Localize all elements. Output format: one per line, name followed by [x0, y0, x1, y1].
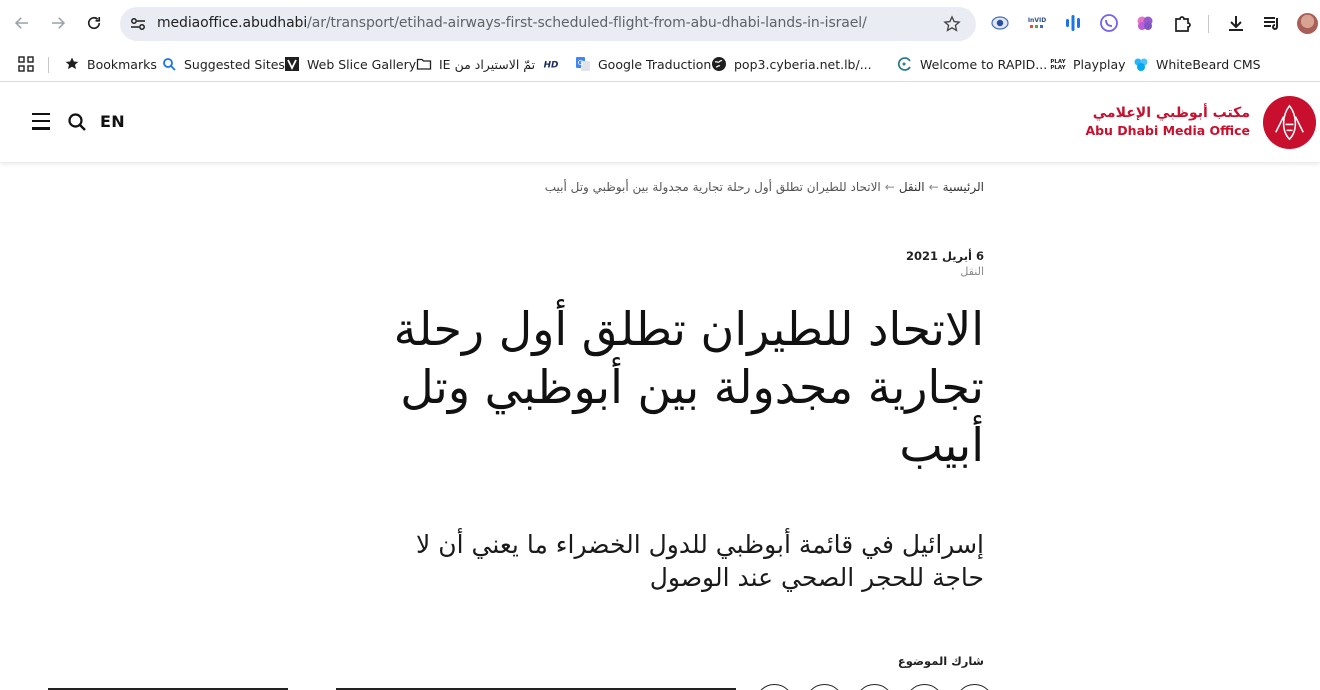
svg-text:PLAY: PLAY: [1050, 65, 1066, 71]
bookmarks-separator: [48, 57, 49, 73]
svg-text:G: G: [578, 59, 583, 67]
svg-text:InVID: InVID: [1028, 17, 1046, 24]
address-bar[interactable]: mediaoffice.abudhabi/ar/transport/etihad…: [120, 7, 976, 41]
site-header: EN مكتب أبوظبي الإعلامي Abu Dhabi Media …: [0, 82, 1320, 162]
breadcrumb-current: الاتحاد للطيران تطلق أول رحلة تجارية مجد…: [544, 180, 881, 194]
bookmark-label: Playplay: [1073, 56, 1126, 72]
bookmark-label: WhiteBeard CMS: [1156, 56, 1261, 72]
bookmark-label: Google Traduction: [598, 56, 712, 72]
abu-dhabi-falcon-logo-icon[interactable]: [1262, 95, 1317, 150]
download-icon[interactable]: [1226, 13, 1246, 33]
back-button[interactable]: [10, 11, 34, 35]
bookmark-item-rapid[interactable]: Welcome to RAPID...: [897, 53, 1047, 75]
web-slice-icon: [284, 56, 300, 72]
invid-extension-icon[interactable]: InVID: [1027, 13, 1047, 33]
whitebeard-icon: [1133, 56, 1149, 72]
bookmark-star-icon[interactable]: [942, 14, 962, 34]
breadcrumb-section[interactable]: النقل: [899, 180, 925, 194]
share-label: شارك الموضوع: [897, 654, 984, 668]
playplay-icon: PLAY PLAY: [1050, 56, 1066, 72]
rapid-icon: [897, 56, 913, 72]
bookmark-label: Suggested Sites: [184, 56, 285, 72]
bookmarks-bar: Bookmarks Suggested Sites Web Slice Gall…: [0, 46, 1320, 82]
article-category[interactable]: النقل: [960, 265, 984, 278]
reload-button[interactable]: [82, 11, 106, 35]
logo-text[interactable]: مكتب أبوظبي الإعلامي Abu Dhabi Media Off…: [1085, 105, 1250, 139]
arrow-left-icon: [14, 17, 28, 29]
bookmark-label: Web Slice Gallery: [307, 56, 417, 72]
bookmark-item-whitebeard-cms[interactable]: WhiteBeard CMS: [1133, 53, 1261, 75]
google-translate-icon: G: [575, 56, 591, 72]
url-path: /ar/transport/etihad-airways-first-sched…: [307, 15, 867, 31]
search-icon[interactable]: [67, 112, 87, 132]
globe-icon: [711, 56, 727, 72]
bookmark-item-ie-import[interactable]: تمّ الاستيراد من IE: [416, 53, 535, 75]
language-switch[interactable]: EN: [100, 112, 125, 131]
arrow-right-icon: [52, 17, 66, 29]
bookmark-item-playplay[interactable]: PLAY PLAY Playplay: [1050, 53, 1126, 75]
logo-english: Abu Dhabi Media Office: [1085, 123, 1250, 138]
bookmark-item-suggested-sites[interactable]: Suggested Sites: [161, 53, 285, 75]
audio-bars-extension-icon[interactable]: [1063, 13, 1083, 33]
bookmark-item-bookmarks[interactable]: Bookmarks: [64, 53, 157, 75]
bookmark-label: Welcome to RAPID...: [920, 56, 1048, 72]
puzzle-extensions-icon[interactable]: [1172, 13, 1192, 33]
bookmark-item-pop3-cyberia[interactable]: pop3.cyberia.net.lb/...: [711, 53, 872, 75]
apps-button[interactable]: [18, 53, 34, 75]
article-subheadline: إسرائيل في قائمة أبوظبي للدول الخضراء ما…: [416, 530, 984, 592]
breadcrumb-home[interactable]: الرئيسية: [943, 180, 984, 194]
brain-extension-icon[interactable]: [1135, 13, 1155, 33]
article-headline: الاتحاد للطيران تطلق أول رحلة تجارية مجد…: [393, 302, 984, 472]
bookmark-label: Bookmarks: [87, 56, 157, 72]
svg-text:HD: HD: [544, 61, 559, 71]
breadcrumb-arrow-icon: ←: [884, 180, 895, 194]
star-icon: [64, 56, 80, 72]
url-host: mediaoffice.abudhabi: [157, 15, 308, 31]
folder-icon: [416, 56, 432, 72]
article-date: 6 أبريل 2021: [905, 249, 984, 263]
bookmark-label: تمّ الاستيراد من IE: [439, 56, 536, 72]
bookmark-item-web-slice-gallery[interactable]: Web Slice Gallery: [284, 53, 416, 75]
logo-arabic: مكتب أبوظبي الإعلامي: [1092, 105, 1250, 121]
breadcrumb: الرئيسية←النقل←الاتحاد للطيران تطلق أول …: [545, 180, 984, 194]
hd-icon: HD: [542, 56, 560, 72]
apps-grid-icon: [18, 56, 34, 72]
media-queue-icon[interactable]: [1262, 13, 1282, 33]
toolbar-separator: [1208, 15, 1209, 33]
forward-button[interactable]: [46, 11, 70, 35]
site-settings-icon[interactable]: [128, 14, 148, 34]
url-text: mediaoffice.abudhabi/ar/transport/etihad…: [157, 15, 867, 31]
breadcrumb-arrow-icon: ←: [928, 180, 939, 194]
search-icon: [161, 56, 177, 72]
eye-extension-icon[interactable]: [990, 13, 1010, 33]
bookmark-item-google-traduction[interactable]: G Google Traduction: [575, 53, 711, 75]
bookmark-label: pop3.cyberia.net.lb/...: [734, 56, 872, 72]
profile-avatar[interactable]: [1297, 13, 1318, 34]
bookmark-item-hd[interactable]: HD: [542, 53, 560, 75]
reload-icon: [87, 16, 101, 30]
viber-extension-icon[interactable]: [1099, 13, 1119, 33]
menu-hamburger-icon[interactable]: [32, 113, 50, 131]
browser-toolbar: mediaoffice.abudhabi/ar/transport/etihad…: [0, 0, 1320, 46]
